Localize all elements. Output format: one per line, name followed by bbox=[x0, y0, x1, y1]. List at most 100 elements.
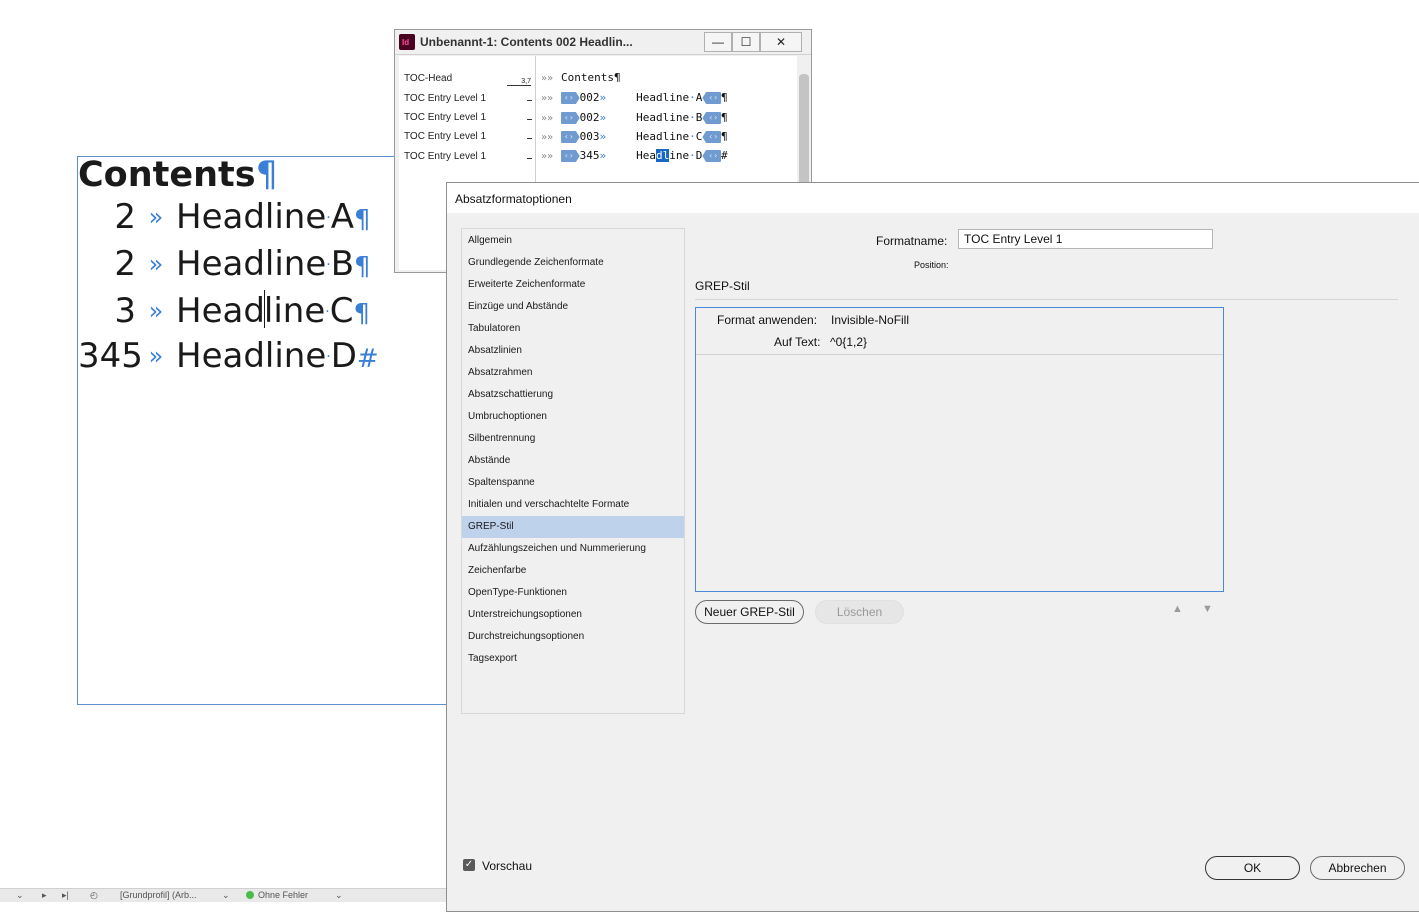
contents-heading[interactable]: Contents¶ bbox=[78, 155, 278, 195]
category-erweiterte-zeichenformate[interactable]: Erweiterte Zeichenformate bbox=[462, 274, 684, 296]
section-divider bbox=[695, 299, 1398, 300]
position-label: Position: bbox=[914, 260, 949, 270]
story-text: Hea bbox=[636, 149, 657, 162]
paragraph-style-options-dialog[interactable]: Absatzformatoptionen Allgemein Grundlege… bbox=[446, 182, 1419, 912]
profile-label[interactable]: [Grundprofil] (Arb... bbox=[120, 890, 197, 900]
toc-entry-a[interactable]: 2» Headline·A¶ bbox=[78, 197, 371, 241]
category-unterstreichungsoptionen[interactable]: Unterstreichungsoptionen bbox=[462, 604, 684, 626]
category-silbentrennung[interactable]: Silbentrennung bbox=[462, 428, 684, 450]
end-of-story-mark: # bbox=[356, 344, 379, 374]
close-button[interactable]: ✕ bbox=[760, 32, 802, 52]
preflight-status[interactable]: Ohne Fehler bbox=[246, 890, 308, 900]
grep-style-list[interactable]: Format anwenden: Invisible-NoFill Auf Te… bbox=[695, 307, 1224, 592]
story-line: »» ‹› 002» Headline·A ‹› ¶ bbox=[541, 91, 728, 104]
toc-entry-b[interactable]: 2» Headline·B¶ bbox=[78, 244, 371, 288]
category-tagsexport[interactable]: Tagsexport bbox=[462, 648, 684, 670]
last-page-icon[interactable]: ▸| bbox=[62, 890, 69, 901]
text-selection: dl bbox=[656, 149, 670, 162]
depth-ruler: 3,7 bbox=[507, 78, 531, 86]
chevron-down-icon[interactable]: ⌄ bbox=[16, 890, 24, 901]
pilcrow-mark: ¶ bbox=[353, 205, 371, 235]
ok-button[interactable]: OK bbox=[1205, 856, 1300, 880]
tab-glyph: » bbox=[599, 111, 607, 124]
category-list[interactable]: Allgemein Grundlegende Zeichenformate Er… bbox=[461, 228, 685, 714]
category-aufzaehlungszeichen[interactable]: Aufzählungszeichen und Nummerierung bbox=[462, 538, 684, 560]
depth-ruler bbox=[527, 158, 532, 159]
category-durchstreichungsoptionen[interactable]: Durchstreichungsoptionen bbox=[462, 626, 684, 648]
toc-entry-d[interactable]: 345» Headline·D# bbox=[78, 336, 379, 380]
category-absatzschattierung[interactable]: Absatzschattierung bbox=[462, 384, 684, 406]
toc-entry-number: 2 bbox=[114, 244, 136, 284]
tab-marker: »» bbox=[541, 73, 554, 84]
style-name: TOC Entry Level 1 bbox=[404, 93, 487, 104]
category-grep-stil[interactable]: GREP-Stil bbox=[462, 516, 684, 538]
open-page-icon[interactable]: ◴ bbox=[90, 890, 98, 901]
format-name-label: Formatname: bbox=[876, 234, 948, 248]
story-number: 002 bbox=[579, 111, 600, 124]
next-page-icon[interactable]: ▸ bbox=[42, 890, 47, 901]
story-number: 002 bbox=[579, 91, 600, 104]
category-spaltenspanne[interactable]: Spaltenspanne bbox=[462, 472, 684, 494]
category-umbruchoptionen[interactable]: Umbruchoptionen bbox=[462, 406, 684, 428]
category-allgemein[interactable]: Allgemein bbox=[462, 230, 684, 252]
story-text: ine bbox=[669, 149, 690, 162]
move-up-icon[interactable]: ▲ bbox=[1172, 603, 1183, 615]
tag-close-icon: ‹› bbox=[702, 131, 722, 143]
apply-format-label: Format anwenden: bbox=[717, 313, 818, 327]
format-name-input[interactable]: TOC Entry Level 1 bbox=[958, 229, 1213, 249]
toc-entry-letter: D bbox=[330, 336, 357, 376]
story-number: 003 bbox=[579, 130, 600, 143]
on-text-label: Auf Text: bbox=[774, 335, 821, 349]
dialog-titlebar[interactable]: Absatzformatoptionen bbox=[447, 183, 1419, 213]
toc-entry-headline-part: line bbox=[263, 291, 326, 331]
tag-open-icon: ‹› bbox=[561, 92, 580, 104]
cancel-button[interactable]: Abbrechen bbox=[1310, 856, 1405, 880]
tab-marker: » bbox=[148, 203, 164, 231]
category-opentype-funktionen[interactable]: OpenType-Funktionen bbox=[462, 582, 684, 604]
delete-button[interactable]: Löschen bbox=[815, 600, 904, 624]
new-grep-style-button[interactable]: Neuer GREP-Stil bbox=[695, 600, 804, 624]
tag-open-icon: ‹› bbox=[561, 112, 580, 124]
category-initialen[interactable]: Initialen und verschachtelte Formate bbox=[462, 494, 684, 516]
toc-entry-headline-part: Head bbox=[176, 291, 265, 331]
style-name: TOC Entry Level 1 bbox=[404, 112, 487, 123]
story-line: »» Contents¶ bbox=[541, 71, 621, 84]
move-down-icon[interactable]: ▼ bbox=[1202, 603, 1213, 615]
story-letter: B bbox=[695, 111, 703, 124]
tag-close-icon: ‹› bbox=[702, 150, 722, 162]
toc-entry-headline: Headline bbox=[176, 197, 327, 237]
category-absatzrahmen[interactable]: Absatzrahmen bbox=[462, 362, 684, 384]
apply-format-value[interactable]: Invisible-NoFill bbox=[831, 313, 909, 327]
category-zeichenfarbe[interactable]: Zeichenfarbe bbox=[462, 560, 684, 582]
chevron-down-icon[interactable]: ⌄ bbox=[222, 890, 230, 901]
end-of-story-mark: # bbox=[721, 149, 728, 162]
minimize-button[interactable]: — bbox=[704, 32, 732, 52]
toc-entry-letter: C bbox=[329, 291, 354, 331]
status-bar: ⌄ ▸ ▸| ◴ [Grundprofil] (Arb... ⌄ Ohne Fe… bbox=[0, 888, 446, 902]
category-einzuege-und-abstaende[interactable]: Einzüge und Abstände bbox=[462, 296, 684, 318]
pilcrow-mark: ¶ bbox=[721, 91, 728, 104]
story-editor-title: Unbenannt-1: Contents 002 Headlin... bbox=[420, 35, 633, 49]
toc-entry-headline: Headline bbox=[176, 336, 327, 376]
category-abstaende[interactable]: Abstände bbox=[462, 450, 684, 472]
tab-marker: »» bbox=[541, 113, 554, 124]
story-text: Contents bbox=[561, 71, 614, 84]
tab-glyph: » bbox=[599, 149, 607, 162]
pilcrow-mark: ¶ bbox=[354, 252, 371, 282]
story-number: 345 bbox=[579, 149, 600, 162]
category-grundlegende-zeichenformate[interactable]: Grundlegende Zeichenformate bbox=[462, 252, 684, 274]
preview-label: Vorschau bbox=[482, 859, 533, 873]
maximize-button[interactable]: ☐ bbox=[732, 32, 760, 52]
toc-entry-c[interactable]: 3» Headline·C¶ bbox=[78, 290, 370, 334]
on-text-value[interactable]: ^0{1,2} bbox=[830, 335, 867, 349]
tab-marker: »» bbox=[541, 132, 554, 143]
preview-checkbox[interactable]: ✓ bbox=[463, 859, 475, 871]
category-absatzlinien[interactable]: Absatzlinien bbox=[462, 340, 684, 362]
tab-glyph: » bbox=[599, 91, 607, 104]
grep-entry-divider bbox=[696, 354, 1223, 355]
story-editor-titlebar[interactable]: Unbenannt-1: Contents 002 Headlin... — ☐… bbox=[395, 30, 811, 55]
chevron-down-icon[interactable]: ⌄ bbox=[335, 890, 343, 901]
dialog-title: Absatzformatoptionen bbox=[455, 192, 572, 206]
story-letter: A bbox=[695, 91, 703, 104]
category-tabulatoren[interactable]: Tabulatoren bbox=[462, 318, 684, 340]
